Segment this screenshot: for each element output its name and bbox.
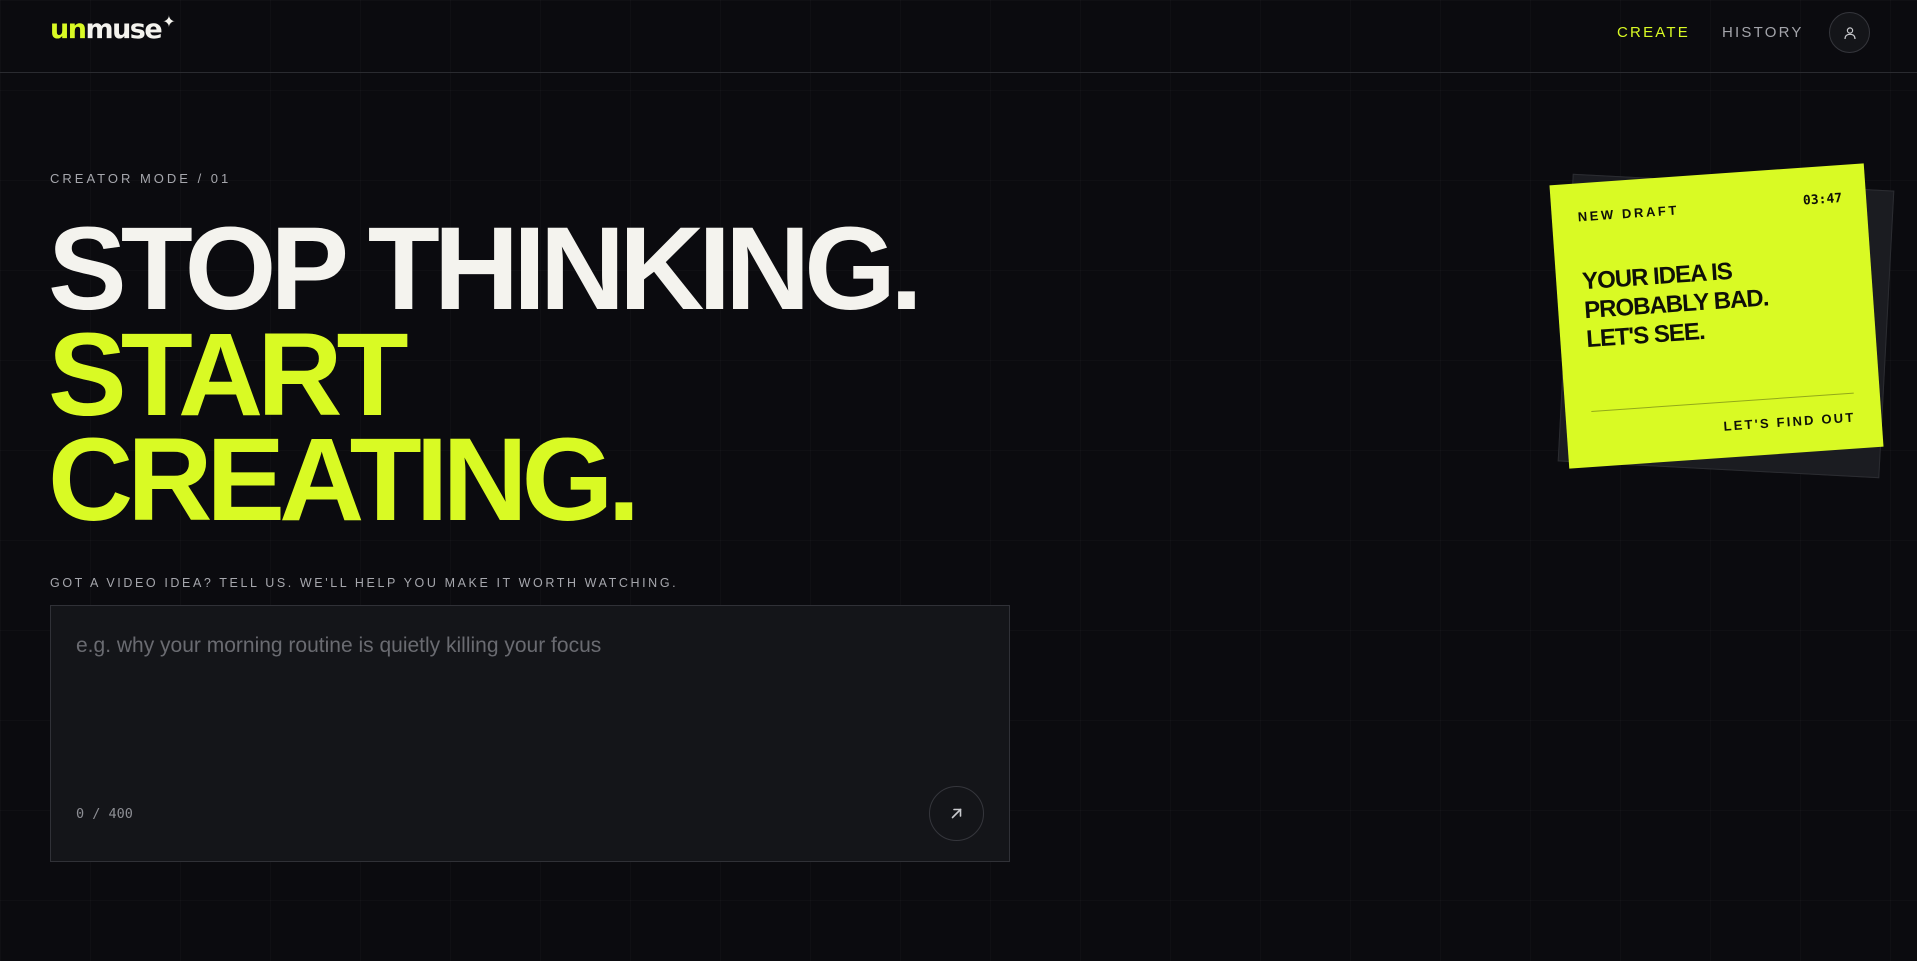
nav-create-link[interactable]: CREATE bbox=[1617, 24, 1690, 41]
note-title: NEW DRAFT bbox=[1577, 202, 1680, 225]
idea-prompt-label: GOT A VIDEO IDEA? TELL US. WE'LL HELP YO… bbox=[50, 576, 679, 590]
draft-sticky-note: NEW DRAFT 03:47 YOUR IDEA IS PROBABLY BA… bbox=[1549, 163, 1884, 469]
user-icon bbox=[1843, 26, 1856, 39]
logo-text-muse: muse bbox=[85, 14, 162, 45]
creator-mode-eyebrow: CREATOR MODE / 01 bbox=[50, 171, 232, 186]
idea-composer: 0 / 400 bbox=[50, 605, 1010, 862]
logo-text-un: un bbox=[50, 14, 87, 45]
submit-idea-button[interactable] bbox=[929, 786, 984, 841]
headline-line-3: CREATING. bbox=[48, 414, 640, 546]
logo-sparkle-icon: ✦ bbox=[162, 12, 175, 31]
lets-find-out-link[interactable]: LET'S FIND OUT bbox=[1723, 410, 1856, 434]
note-divider bbox=[1591, 392, 1854, 412]
top-bar: unmuse✦ CREATE HISTORY bbox=[0, 0, 1917, 73]
note-timer: 03:47 bbox=[1802, 190, 1843, 209]
unmuse-logo[interactable]: unmuse✦ bbox=[50, 14, 176, 45]
note-body: YOUR IDEA IS PROBABLY BAD. LET'S SEE. bbox=[1581, 250, 1846, 354]
nav-history-link[interactable]: HISTORY bbox=[1722, 24, 1804, 41]
character-counter: 0 / 400 bbox=[76, 806, 133, 822]
arrow-up-right-icon bbox=[951, 808, 962, 819]
idea-textarea[interactable] bbox=[76, 634, 976, 784]
profile-button[interactable] bbox=[1829, 12, 1870, 53]
